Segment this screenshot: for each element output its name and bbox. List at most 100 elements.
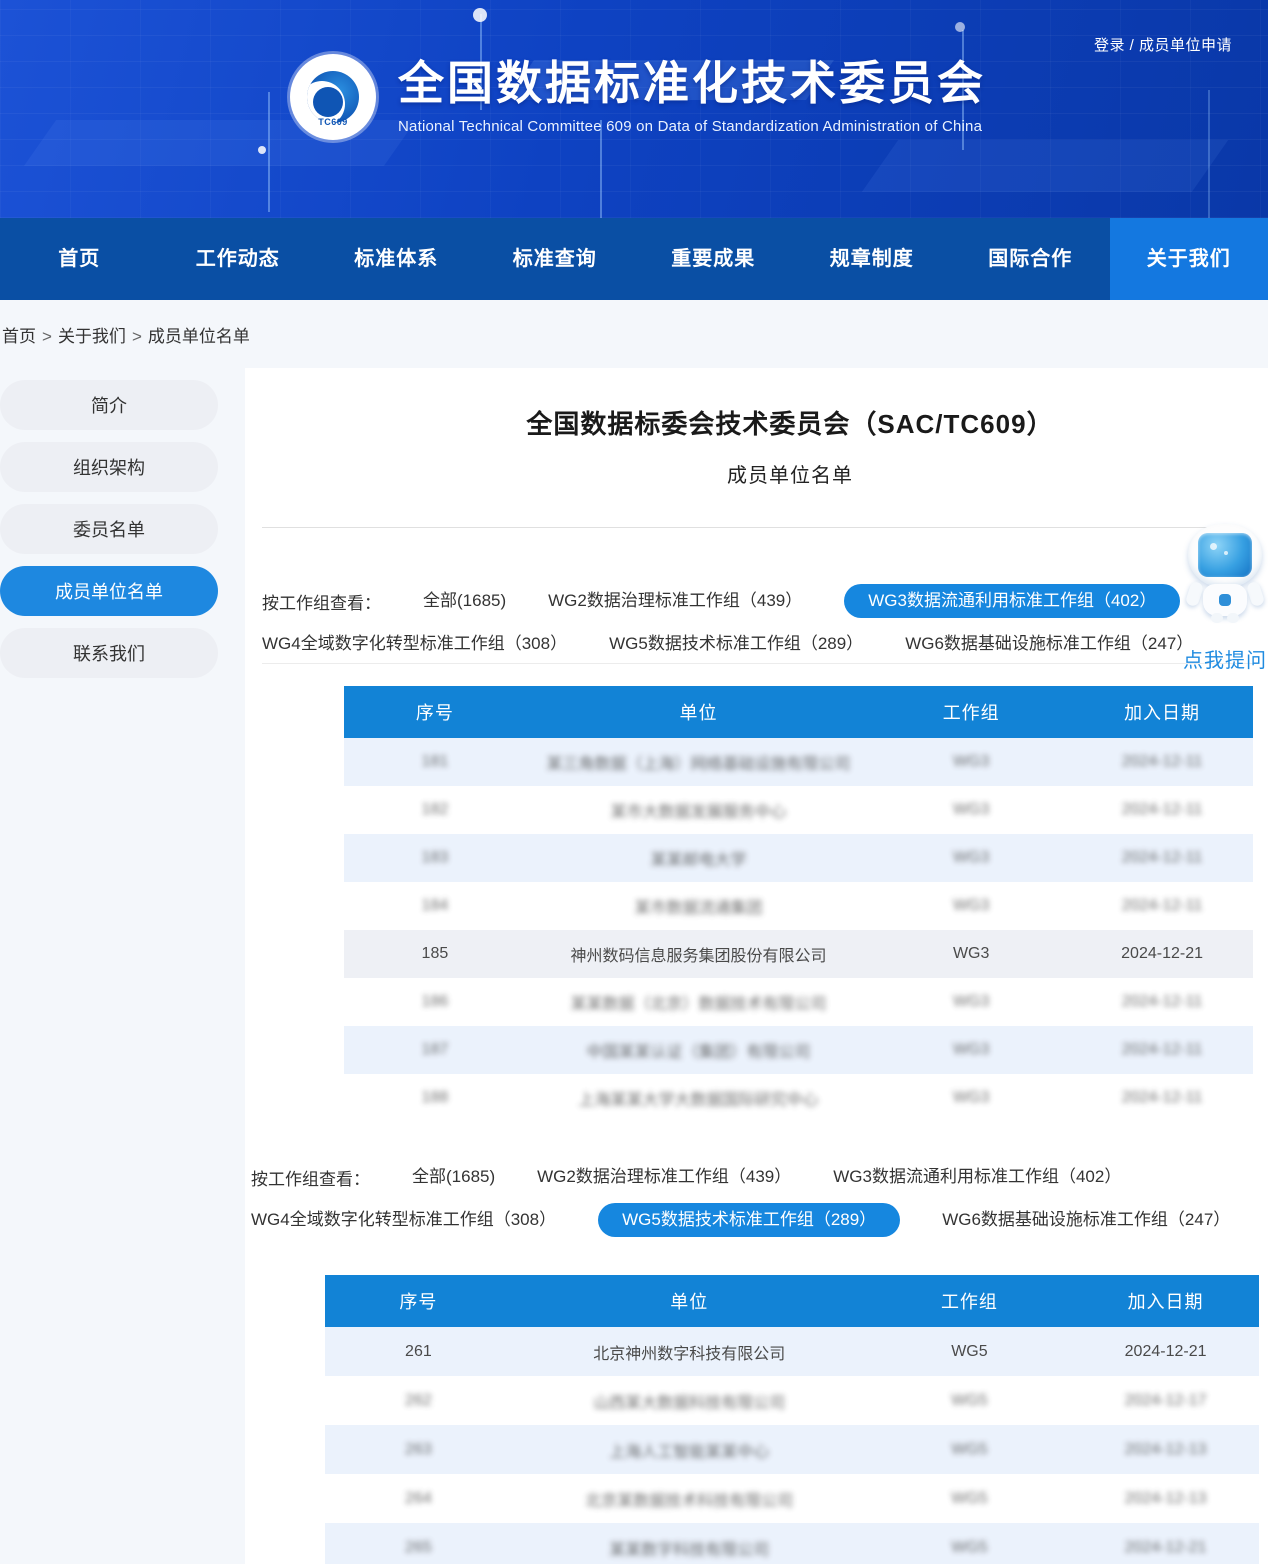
sidebar: 简介组织架构委员名单成员单位名单联系我们 <box>0 380 218 690</box>
table-cell: 中国某某认证（集团）有限公司 <box>526 1038 871 1062</box>
table-cell-text: 2024-12-11 <box>1122 849 1203 867</box>
breadcrumb-item[interactable]: 首页 <box>2 327 36 346</box>
login-link[interactable]: 登录 / 成员单位申请 <box>1094 34 1232 55</box>
filter-option[interactable]: WG2数据治理标准工作组（439） <box>548 584 802 618</box>
divider <box>262 527 1232 528</box>
table-cell: 2024-12-11 <box>1071 753 1253 771</box>
table-cell: 某市大数据发展服务中心 <box>526 798 871 822</box>
main-nav: 首页工作动态标准体系标准查询重要成果规章制度国际合作关于我们 <box>0 218 1268 300</box>
table-header-cell: 单位 <box>526 699 871 725</box>
sidebar-item-委员名单[interactable]: 委员名单 <box>0 504 218 554</box>
filter-option[interactable]: WG3数据流通利用标准工作组（402） <box>844 584 1180 618</box>
nav-item-首页[interactable]: 首页 <box>0 218 159 300</box>
table-cell-text: 263 <box>405 1441 432 1459</box>
table-header-cell: 单位 <box>512 1288 867 1314</box>
member-table-wg3: 序号单位工作组加入日期181某三角数据（上海）网络基础设施有限公司WG32024… <box>344 686 1253 1122</box>
table-row: 261北京神州数字科技有限公司WG52024-12-21 <box>325 1327 1259 1376</box>
table-cell-text: 2024-12-21 <box>1121 945 1203 963</box>
filter-row: 按工作组查看：全部(1685)WG2数据治理标准工作组（439）WG3数据流通利… <box>251 1160 1131 1194</box>
table-cell: 187 <box>344 1041 526 1059</box>
filter-option[interactable]: WG2数据治理标准工作组（439） <box>537 1160 791 1194</box>
table-row: 188上海某某大学大数据国际研究中心WG32024-12-11 <box>344 1074 1253 1122</box>
nav-item-工作动态[interactable]: 工作动态 <box>159 218 318 300</box>
filter-option[interactable]: WG4全域数字化转型标准工作组（308） <box>262 627 567 661</box>
breadcrumb-item[interactable]: 成员单位名单 <box>148 327 250 346</box>
logo-swoosh-icon <box>307 71 359 123</box>
robot-face-screen <box>1198 533 1252 577</box>
table-cell-text: 264 <box>405 1490 432 1508</box>
filter-option[interactable]: WG5数据技术标准工作组（289） <box>598 1203 900 1237</box>
nav-item-重要成果[interactable]: 重要成果 <box>634 218 793 300</box>
table-cell: WG5 <box>867 1539 1072 1557</box>
table-cell: 2024-12-17 <box>1072 1392 1259 1410</box>
table-cell-text: WG5 <box>951 1539 987 1557</box>
table-cell: 山西某大数据科技有限公司 <box>512 1389 867 1413</box>
table-row: 184某市数据流通集团WG32024-12-11 <box>344 882 1253 930</box>
table-cell: 某三角数据（上海）网络基础设施有限公司 <box>526 750 871 774</box>
page: 登录 / 成员单位申请 TC609 全国数据标准化技术委员会 National … <box>0 0 1268 1564</box>
table-cell: 185 <box>344 945 526 963</box>
filter-option[interactable]: WG6数据基础设施标准工作组（247） <box>942 1203 1230 1237</box>
site-header: 登录 / 成员单位申请 TC609 全国数据标准化技术委员会 National … <box>0 0 1268 218</box>
table-cell: WG3 <box>871 945 1071 963</box>
table-cell: 2024-12-21 <box>1071 945 1253 963</box>
table-cell-text: WG3 <box>953 801 989 819</box>
header-background-decoration <box>1208 90 1210 218</box>
sidebar-item-简介[interactable]: 简介 <box>0 380 218 430</box>
breadcrumb-item[interactable]: 关于我们 <box>58 327 126 346</box>
breadcrumb: 首页>关于我们>成员单位名单 <box>2 322 250 347</box>
robot-body <box>1203 584 1247 616</box>
table-cell: 上海某某大学大数据国际研究中心 <box>526 1086 871 1110</box>
filter-option[interactable]: WG5数据技术标准工作组（289） <box>609 627 863 661</box>
table-cell-text: WG3 <box>953 897 989 915</box>
sidebar-item-成员单位名单[interactable]: 成员单位名单 <box>0 566 218 616</box>
table-cell: 某市数据流通集团 <box>526 894 871 918</box>
robot-arm <box>1185 581 1205 608</box>
sidebar-item-联系我们[interactable]: 联系我们 <box>0 628 218 678</box>
table-cell-text: 181 <box>422 753 449 771</box>
table-cell-text: 186 <box>422 993 449 1011</box>
table-cell: 2024-12-11 <box>1071 1089 1253 1107</box>
table-cell: 神州数码信息服务集团股份有限公司 <box>526 942 871 966</box>
assistant-label[interactable]: 点我提问 <box>1182 644 1268 673</box>
table-cell-text: 184 <box>422 897 449 915</box>
breadcrumb-separator: > <box>132 327 142 346</box>
nav-item-关于我们[interactable]: 关于我们 <box>1110 218 1268 300</box>
table-cell-text: 2024-12-13 <box>1125 1490 1207 1508</box>
filter-row: 按工作组查看：全部(1685)WG2数据治理标准工作组（439）WG3数据流通利… <box>262 584 1092 618</box>
robot-head <box>1188 524 1262 588</box>
nav-item-标准查询[interactable]: 标准查询 <box>476 218 635 300</box>
table-cell: 上海人工智能某某中心 <box>512 1438 867 1462</box>
table-cell: WG3 <box>871 849 1071 867</box>
filter-option[interactable]: WG4全域数字化转型标准工作组（308） <box>251 1203 556 1237</box>
table-header-cell: 序号 <box>344 699 526 725</box>
table-cell: WG5 <box>867 1343 1072 1361</box>
filter-option[interactable]: 全部(1685) <box>423 584 506 618</box>
table-cell-text: 上海某某大学大数据国际研究中心 <box>578 1086 818 1110</box>
tc609-logo-icon: TC609 <box>290 54 376 140</box>
brand: TC609 全国数据标准化技术委员会 National Technical Co… <box>290 54 986 140</box>
sidebar-item-组织架构[interactable]: 组织架构 <box>0 442 218 492</box>
table-row: 265某某数字科技有限公司WG52024-12-21 <box>325 1523 1259 1564</box>
filter-option[interactable]: WG3数据流通利用标准工作组（402） <box>833 1160 1121 1194</box>
table-cell-text: 187 <box>422 1041 449 1059</box>
table-cell-text: 上海人工智能某某中心 <box>609 1438 769 1462</box>
table-header-cell: 加入日期 <box>1072 1288 1259 1314</box>
page-subtitle: 成员单位名单 <box>268 459 1268 488</box>
filter-option[interactable]: 全部(1685) <box>412 1160 495 1194</box>
table-cell-text: 某三角数据（上海）网络基础设施有限公司 <box>546 750 850 774</box>
nav-item-规章制度[interactable]: 规章制度 <box>793 218 952 300</box>
assistant-widget[interactable]: 点我提问 <box>1182 524 1268 673</box>
nav-item-国际合作[interactable]: 国际合作 <box>951 218 1110 300</box>
table-cell-text: 2024-12-17 <box>1125 1392 1207 1410</box>
table-cell: WG3 <box>871 801 1071 819</box>
table-cell: 2024-12-21 <box>1072 1343 1259 1361</box>
table-cell: 北京神州数字科技有限公司 <box>512 1340 867 1364</box>
divider <box>262 663 1254 664</box>
table-cell-text: WG3 <box>953 753 989 771</box>
filter-option[interactable]: WG6数据基础设施标准工作组（247） <box>905 627 1193 661</box>
logo-badge: TC609 <box>290 117 376 127</box>
filter-row: WG4全域数字化转型标准工作组（308）WG5数据技术标准工作组（289）WG6… <box>251 1203 1131 1237</box>
header-background-decoration <box>862 140 1228 192</box>
nav-item-标准体系[interactable]: 标准体系 <box>317 218 476 300</box>
